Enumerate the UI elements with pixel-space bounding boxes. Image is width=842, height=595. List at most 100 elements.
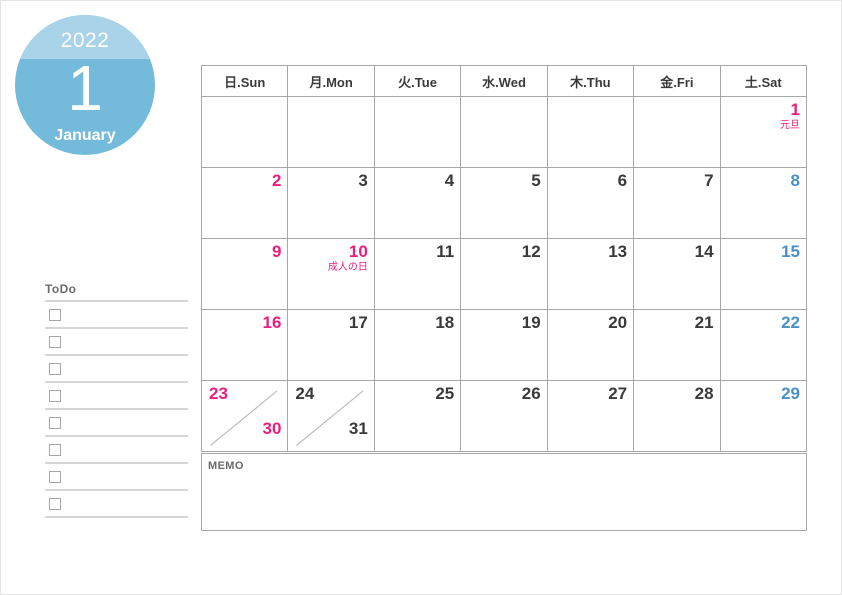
day-cell-20[interactable]: 20 xyxy=(546,309,635,381)
day-cell-8[interactable]: 8 xyxy=(719,167,808,239)
day-cell-19[interactable]: 19 xyxy=(460,309,548,381)
day-number-23: 23 xyxy=(209,384,228,403)
weekday-header-day4: 木.Thu xyxy=(546,65,635,97)
day-number-25: 25 xyxy=(435,384,455,403)
day-cell-15[interactable]: 15 xyxy=(719,238,808,310)
day-number-1: 1 xyxy=(790,100,800,119)
day-number-24: 24 xyxy=(295,384,315,403)
day-number-27: 27 xyxy=(608,384,628,403)
day-cell-28[interactable]: 28 xyxy=(633,380,721,452)
day-cell-4[interactable]: 4 xyxy=(373,167,462,239)
checkbox-icon[interactable] xyxy=(49,336,61,348)
day-cell-13[interactable]: 13 xyxy=(546,238,635,310)
day-cell-3[interactable]: 3 xyxy=(287,167,375,239)
day-cell-empty xyxy=(633,96,721,168)
calendar-week-row: 1 元旦 xyxy=(200,96,808,168)
day-number-11: 11 xyxy=(436,242,455,261)
memo-label: MEMO xyxy=(208,460,244,472)
todo-list xyxy=(45,300,188,516)
day-cell-17[interactable]: 17 xyxy=(287,309,375,381)
day-cell-12[interactable]: 12 xyxy=(460,238,548,310)
day-cell-10[interactable]: 10 成人の日 xyxy=(287,238,375,310)
calendar-week-row: 16 17 18 19 20 21 22 xyxy=(200,309,808,381)
day-number-19: 19 xyxy=(521,313,541,332)
day-cell-9[interactable]: 9 xyxy=(200,238,289,310)
day-cell-empty xyxy=(546,96,635,168)
day-number-9: 9 xyxy=(271,242,282,261)
day-cell-empty xyxy=(200,96,289,168)
checkbox-icon[interactable] xyxy=(49,498,61,510)
calendar-page: 2022 1 January ToDo 日.Sun 月.Mon 火.Tue 水.Wed… xyxy=(0,0,842,595)
day-number-8: 8 xyxy=(790,171,800,190)
day-number-15: 15 xyxy=(781,242,800,261)
day-cell-22[interactable]: 22 xyxy=(719,309,808,381)
checkbox-icon[interactable] xyxy=(49,444,61,456)
day-number-7: 7 xyxy=(704,171,714,190)
day-number-3: 3 xyxy=(358,171,368,190)
day-number-20: 20 xyxy=(608,313,628,332)
day-cell-18[interactable]: 18 xyxy=(373,309,462,381)
todo-title: ToDo xyxy=(45,282,77,296)
todo-row[interactable] xyxy=(45,435,188,462)
day-number-21: 21 xyxy=(694,313,714,332)
day-number-22: 22 xyxy=(781,313,800,332)
todo-row[interactable] xyxy=(45,381,188,408)
day-cell-empty xyxy=(287,96,375,168)
day-cell-14[interactable]: 14 xyxy=(633,238,721,310)
day-number-16: 16 xyxy=(262,313,282,332)
day-cell-empty xyxy=(460,96,548,168)
todo-row[interactable] xyxy=(45,354,188,381)
day-number-26: 26 xyxy=(521,384,541,403)
day-cell-27[interactable]: 27 xyxy=(546,380,635,452)
day-cell-2[interactable]: 2 xyxy=(200,167,289,239)
month-badge: 2022 1 January xyxy=(15,15,155,155)
day-cell-empty xyxy=(373,96,462,168)
checkbox-icon[interactable] xyxy=(49,363,61,375)
checkbox-icon[interactable] xyxy=(49,309,61,321)
calendar-week-row: 23 30 24 31 25 26 27 28 29 xyxy=(200,380,808,452)
todo-row[interactable] xyxy=(45,489,188,516)
day-cell-21[interactable]: 21 xyxy=(633,309,721,381)
holiday-label: 成人の日 xyxy=(327,262,368,273)
todo-panel: ToDo xyxy=(45,282,188,518)
day-cell-24[interactable]: 24 31 xyxy=(287,380,375,452)
memo-box[interactable]: MEMO xyxy=(201,453,807,531)
todo-row[interactable] xyxy=(45,300,188,327)
day-number-2: 2 xyxy=(271,171,282,190)
todo-row[interactable] xyxy=(45,408,188,435)
badge-month-name: January xyxy=(54,127,116,144)
day-number-29: 29 xyxy=(781,384,800,403)
calendar-week-row: 9 10 成人の日 11 12 13 14 15 xyxy=(200,238,808,310)
day-cell-29[interactable]: 29 xyxy=(719,380,808,452)
day-cell-5[interactable]: 5 xyxy=(460,167,548,239)
day-number-5: 5 xyxy=(531,171,541,190)
day-number-13: 13 xyxy=(608,242,628,261)
day-cell-16[interactable]: 16 xyxy=(200,309,289,381)
day-number-31: 31 xyxy=(348,419,368,438)
day-cell-6[interactable]: 6 xyxy=(546,167,635,239)
day-number-30: 30 xyxy=(262,419,282,438)
day-cell-1[interactable]: 1 元旦 xyxy=(719,96,808,168)
calendar-body: 1 元旦 2 3 4 5 6 7 8 9 10 成人の日 11 12 13 14 15 16 17 18 19 20 21 2… xyxy=(200,96,808,452)
todo-row[interactable] xyxy=(45,327,188,354)
day-cell-25[interactable]: 25 xyxy=(373,380,462,452)
day-number-17: 17 xyxy=(348,313,368,332)
day-number-10: 10 xyxy=(348,242,368,261)
day-cell-7[interactable]: 7 xyxy=(633,167,721,239)
checkbox-icon[interactable] xyxy=(49,417,61,429)
checkbox-icon[interactable] xyxy=(49,471,61,483)
todo-row[interactable] xyxy=(45,462,188,489)
day-number-28: 28 xyxy=(694,384,714,403)
calendar-week-row: 2 3 4 5 6 7 8 xyxy=(200,167,808,239)
day-cell-26[interactable]: 26 xyxy=(460,380,548,452)
weekday-header-sat: 土.Sat xyxy=(719,65,808,97)
day-number-4: 4 xyxy=(444,171,455,190)
badge-month-number: 1 xyxy=(67,52,103,124)
checkbox-icon[interactable] xyxy=(49,390,61,402)
month-badge-content: 2022 1 January xyxy=(15,15,155,155)
day-cell-23[interactable]: 23 30 xyxy=(200,380,289,452)
weekday-header-day3: 水.Wed xyxy=(460,65,548,97)
day-number-14: 14 xyxy=(694,242,714,261)
day-cell-11[interactable]: 11 xyxy=(373,238,462,310)
todo-bottom-rule xyxy=(45,516,188,518)
